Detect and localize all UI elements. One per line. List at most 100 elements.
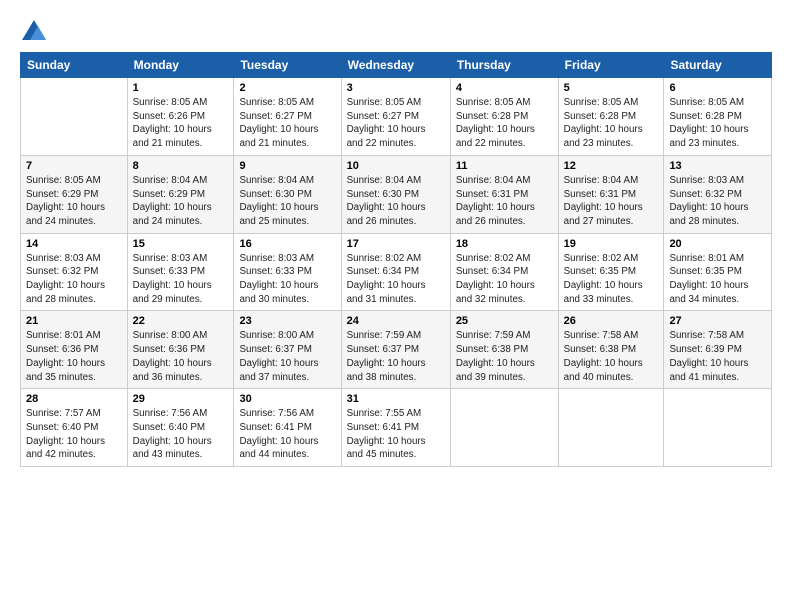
day-number: 5 (564, 82, 659, 94)
day-number: 22 (133, 315, 229, 327)
day-info: Sunrise: 8:05 AM Sunset: 6:27 PM Dayligh… (239, 96, 335, 151)
day-number: 6 (669, 82, 766, 94)
calendar-cell: 9 Sunrise: 8:04 AM Sunset: 6:30 PM Daylig… (234, 155, 341, 233)
calendar-cell: 31Sunrise: 7:55 AM Sunset: 6:41 PM Dayli… (341, 389, 450, 467)
calendar-cell: 12 Sunrise: 8:04 AM Sunset: 6:31 PM Dayli… (558, 155, 664, 233)
day-info: Sunrise: 8:05 AM Sunset: 6:28 PM Dayligh… (564, 96, 659, 151)
calendar-cell: 24Sunrise: 7:59 AM Sunset: 6:37 PM Dayli… (341, 311, 450, 389)
day-number: 7 (26, 160, 122, 172)
day-number: 28 (26, 393, 122, 405)
day-number: 20 (669, 238, 766, 250)
day-info: Sunrise: 8:01 AM Sunset: 6:35 PM Dayligh… (669, 252, 766, 307)
calendar-cell: 29 Sunrise: 7:56 AM Sunset: 6:40 PM Dayli… (127, 389, 234, 467)
day-number: 25 (456, 315, 553, 327)
calendar-cell: 18 Sunrise: 8:02 AM Sunset: 6:34 PM Dayli… (450, 233, 558, 311)
calendar-cell: 13 Sunrise: 8:03 AM Sunset: 6:32 PM Dayli… (664, 155, 772, 233)
calendar-cell: 20 Sunrise: 8:01 AM Sunset: 6:35 PM Dayli… (664, 233, 772, 311)
day-number: 3 (347, 82, 445, 94)
calendar-header-thursday: Thursday (450, 53, 558, 78)
calendar-header-saturday: Saturday (664, 53, 772, 78)
calendar-week-row: 21 Sunrise: 8:01 AM Sunset: 6:36 PM Dayli… (21, 311, 772, 389)
calendar-week-row: 28 Sunrise: 7:57 AM Sunset: 6:40 PM Dayli… (21, 389, 772, 467)
day-info: Sunrise: 7:55 AM Sunset: 6:41 PM Dayligh… (347, 407, 445, 462)
calendar-cell: 1Sunrise: 8:05 AM Sunset: 6:26 PM Daylig… (127, 78, 234, 156)
day-number: 24 (347, 315, 445, 327)
calendar-header-monday: Monday (127, 53, 234, 78)
day-info: Sunrise: 7:59 AM Sunset: 6:38 PM Dayligh… (456, 329, 553, 384)
day-info: Sunrise: 8:03 AM Sunset: 6:32 PM Dayligh… (26, 252, 122, 307)
calendar-cell (664, 389, 772, 467)
day-info: Sunrise: 8:00 AM Sunset: 6:36 PM Dayligh… (133, 329, 229, 384)
calendar-cell: 25 Sunrise: 7:59 AM Sunset: 6:38 PM Dayli… (450, 311, 558, 389)
day-info: Sunrise: 7:58 AM Sunset: 6:39 PM Dayligh… (669, 329, 766, 384)
logo (20, 18, 52, 46)
day-number: 29 (133, 393, 229, 405)
calendar-cell (558, 389, 664, 467)
day-number: 4 (456, 82, 553, 94)
day-info: Sunrise: 8:04 AM Sunset: 6:31 PM Dayligh… (564, 174, 659, 229)
day-number: 15 (133, 238, 229, 250)
day-info: Sunrise: 8:04 AM Sunset: 6:30 PM Dayligh… (347, 174, 445, 229)
calendar-cell: 15 Sunrise: 8:03 AM Sunset: 6:33 PM Dayli… (127, 233, 234, 311)
day-info: Sunrise: 7:57 AM Sunset: 6:40 PM Dayligh… (26, 407, 122, 462)
day-number: 2 (239, 82, 335, 94)
calendar-week-row: 7 Sunrise: 8:05 AM Sunset: 6:29 PM Daylig… (21, 155, 772, 233)
day-number: 11 (456, 160, 553, 172)
calendar-header-wednesday: Wednesday (341, 53, 450, 78)
day-info: Sunrise: 8:04 AM Sunset: 6:30 PM Dayligh… (239, 174, 335, 229)
day-info: Sunrise: 8:05 AM Sunset: 6:27 PM Dayligh… (347, 96, 445, 151)
day-info: Sunrise: 7:58 AM Sunset: 6:38 PM Dayligh… (564, 329, 659, 384)
calendar-header-tuesday: Tuesday (234, 53, 341, 78)
day-info: Sunrise: 8:03 AM Sunset: 6:33 PM Dayligh… (239, 252, 335, 307)
day-number: 13 (669, 160, 766, 172)
day-info: Sunrise: 7:56 AM Sunset: 6:40 PM Dayligh… (133, 407, 229, 462)
calendar-header-row: SundayMondayTuesdayWednesdayThursdayFrid… (21, 53, 772, 78)
calendar-cell: 19 Sunrise: 8:02 AM Sunset: 6:35 PM Dayli… (558, 233, 664, 311)
day-info: Sunrise: 8:03 AM Sunset: 6:32 PM Dayligh… (669, 174, 766, 229)
day-info: Sunrise: 8:02 AM Sunset: 6:34 PM Dayligh… (456, 252, 553, 307)
day-info: Sunrise: 8:01 AM Sunset: 6:36 PM Dayligh… (26, 329, 122, 384)
day-info: Sunrise: 8:03 AM Sunset: 6:33 PM Dayligh… (133, 252, 229, 307)
day-number: 18 (456, 238, 553, 250)
day-number: 12 (564, 160, 659, 172)
calendar-week-row: 1Sunrise: 8:05 AM Sunset: 6:26 PM Daylig… (21, 78, 772, 156)
day-info: Sunrise: 8:05 AM Sunset: 6:28 PM Dayligh… (456, 96, 553, 151)
day-info: Sunrise: 8:02 AM Sunset: 6:35 PM Dayligh… (564, 252, 659, 307)
day-info: Sunrise: 8:02 AM Sunset: 6:34 PM Dayligh… (347, 252, 445, 307)
day-number: 23 (239, 315, 335, 327)
calendar-header-friday: Friday (558, 53, 664, 78)
calendar-cell: 2 Sunrise: 8:05 AM Sunset: 6:27 PM Daylig… (234, 78, 341, 156)
day-number: 26 (564, 315, 659, 327)
day-info: Sunrise: 8:00 AM Sunset: 6:37 PM Dayligh… (239, 329, 335, 384)
calendar-cell (450, 389, 558, 467)
calendar-cell (21, 78, 128, 156)
calendar-cell: 14Sunrise: 8:03 AM Sunset: 6:32 PM Dayli… (21, 233, 128, 311)
day-number: 16 (239, 238, 335, 250)
calendar-cell: 22 Sunrise: 8:00 AM Sunset: 6:36 PM Dayli… (127, 311, 234, 389)
day-info: Sunrise: 8:05 AM Sunset: 6:29 PM Dayligh… (26, 174, 122, 229)
day-number: 27 (669, 315, 766, 327)
day-number: 8 (133, 160, 229, 172)
calendar-header-sunday: Sunday (21, 53, 128, 78)
calendar-cell: 3 Sunrise: 8:05 AM Sunset: 6:27 PM Daylig… (341, 78, 450, 156)
calendar-cell: 5 Sunrise: 8:05 AM Sunset: 6:28 PM Daylig… (558, 78, 664, 156)
header (20, 18, 772, 46)
calendar-cell: 11 Sunrise: 8:04 AM Sunset: 6:31 PM Dayli… (450, 155, 558, 233)
day-number: 17 (347, 238, 445, 250)
day-number: 9 (239, 160, 335, 172)
page: SundayMondayTuesdayWednesdayThursdayFrid… (0, 0, 792, 477)
day-number: 30 (239, 393, 335, 405)
day-number: 21 (26, 315, 122, 327)
calendar-week-row: 14Sunrise: 8:03 AM Sunset: 6:32 PM Dayli… (21, 233, 772, 311)
calendar-cell: 21 Sunrise: 8:01 AM Sunset: 6:36 PM Dayli… (21, 311, 128, 389)
day-info: Sunrise: 8:04 AM Sunset: 6:31 PM Dayligh… (456, 174, 553, 229)
calendar-table: SundayMondayTuesdayWednesdayThursdayFrid… (20, 52, 772, 467)
calendar-cell: 7 Sunrise: 8:05 AM Sunset: 6:29 PM Daylig… (21, 155, 128, 233)
calendar-cell: 28 Sunrise: 7:57 AM Sunset: 6:40 PM Dayli… (21, 389, 128, 467)
calendar-cell: 8 Sunrise: 8:04 AM Sunset: 6:29 PM Daylig… (127, 155, 234, 233)
day-info: Sunrise: 8:04 AM Sunset: 6:29 PM Dayligh… (133, 174, 229, 229)
day-info: Sunrise: 7:56 AM Sunset: 6:41 PM Dayligh… (239, 407, 335, 462)
calendar-cell: 27 Sunrise: 7:58 AM Sunset: 6:39 PM Dayli… (664, 311, 772, 389)
day-number: 19 (564, 238, 659, 250)
day-info: Sunrise: 8:05 AM Sunset: 6:28 PM Dayligh… (669, 96, 766, 151)
